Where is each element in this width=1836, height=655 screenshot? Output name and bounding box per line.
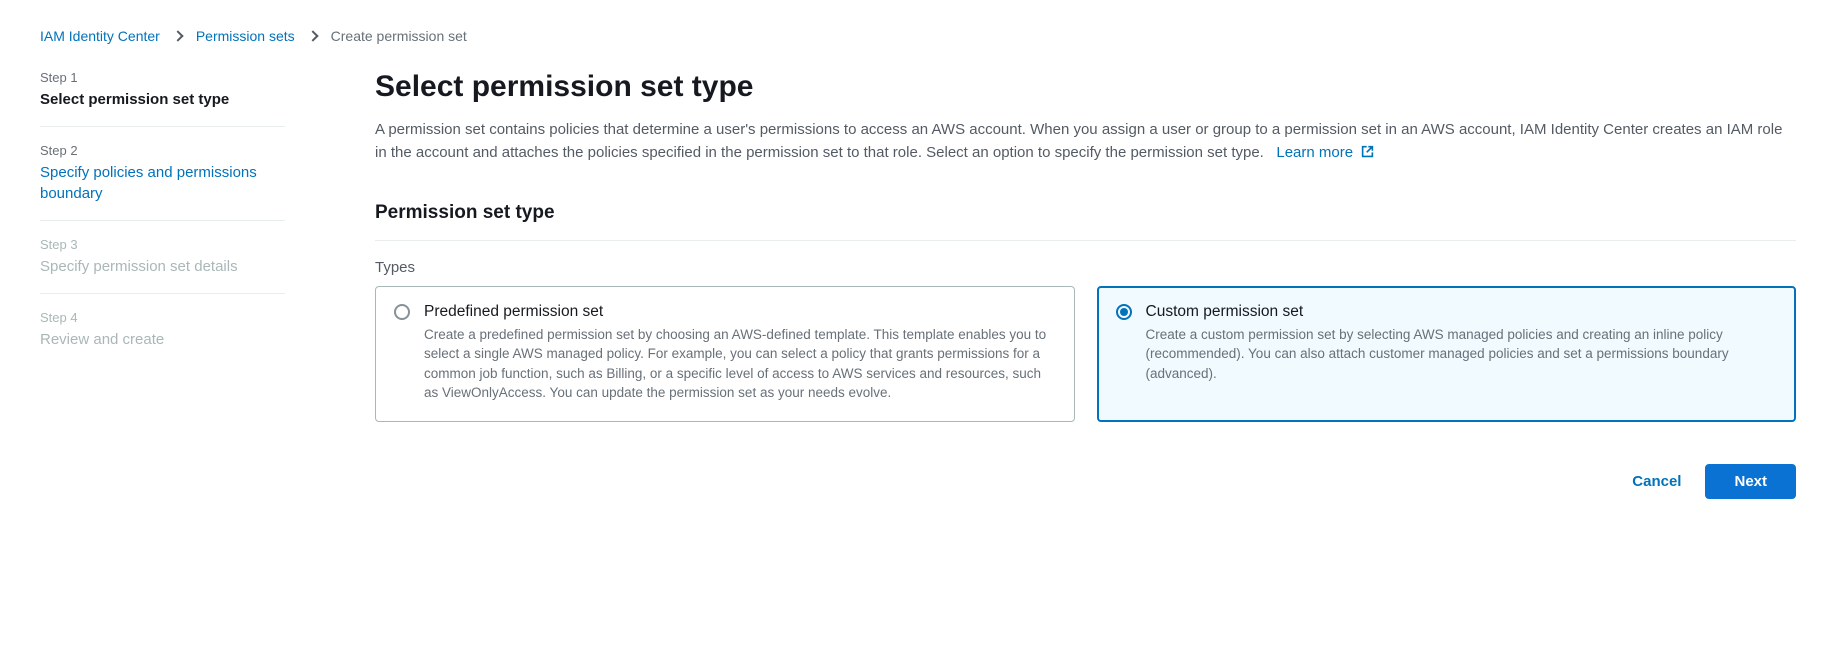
breadcrumb-current: Create permission set (331, 28, 467, 44)
wizard-step-title: Review and create (40, 329, 285, 350)
intro-text: A permission set contains policies that … (375, 121, 1782, 161)
breadcrumb-permission-sets[interactable]: Permission sets (196, 28, 295, 44)
wizard-step-number: Step 4 (40, 310, 285, 325)
cancel-button[interactable]: Cancel (1628, 465, 1685, 498)
external-link-icon (1361, 142, 1374, 165)
option-custom-permission-set[interactable]: Custom permission set Create a custom pe… (1097, 286, 1797, 422)
breadcrumb: IAM Identity Center Permission sets Crea… (40, 28, 1796, 44)
wizard-steps-sidebar: Step 1 Select permission set type Step 2… (40, 70, 285, 499)
option-title: Custom permission set (1146, 303, 1778, 321)
wizard-step-title: Specify policies and permissions boundar… (40, 162, 285, 204)
intro-paragraph: A permission set contains policies that … (375, 118, 1796, 166)
breadcrumb-iam-identity-center[interactable]: IAM Identity Center (40, 28, 160, 44)
radio-icon (1116, 304, 1132, 320)
wizard-step-3: Step 3 Specify permission set details (40, 237, 285, 294)
wizard-step-title: Select permission set type (40, 89, 285, 110)
option-title: Predefined permission set (424, 303, 1056, 321)
chevron-right-icon (172, 30, 183, 41)
learn-more-link[interactable]: Learn more (1276, 144, 1374, 161)
wizard-step-1: Step 1 Select permission set type (40, 70, 285, 127)
wizard-footer: Cancel Next (375, 464, 1796, 499)
permission-set-type-options: Predefined permission set Create a prede… (375, 286, 1796, 422)
option-description: Create a predefined permission set by ch… (424, 325, 1056, 403)
next-button[interactable]: Next (1705, 464, 1796, 499)
main-content: Select permission set type A permission … (375, 70, 1796, 499)
radio-icon (394, 304, 410, 320)
page-title: Select permission set type (375, 70, 1796, 104)
option-description: Create a custom permission set by select… (1146, 325, 1778, 384)
option-predefined-permission-set[interactable]: Predefined permission set Create a prede… (375, 286, 1075, 422)
chevron-right-icon (307, 30, 318, 41)
wizard-step-4: Step 4 Review and create (40, 310, 285, 366)
wizard-step-title: Specify permission set details (40, 256, 285, 277)
wizard-step-number: Step 2 (40, 143, 285, 158)
wizard-step-number: Step 3 (40, 237, 285, 252)
wizard-step-2[interactable]: Step 2 Specify policies and permissions … (40, 143, 285, 221)
types-label: Types (375, 259, 1796, 276)
section-heading-permission-set-type: Permission set type (375, 202, 1796, 241)
wizard-step-number: Step 1 (40, 70, 285, 85)
